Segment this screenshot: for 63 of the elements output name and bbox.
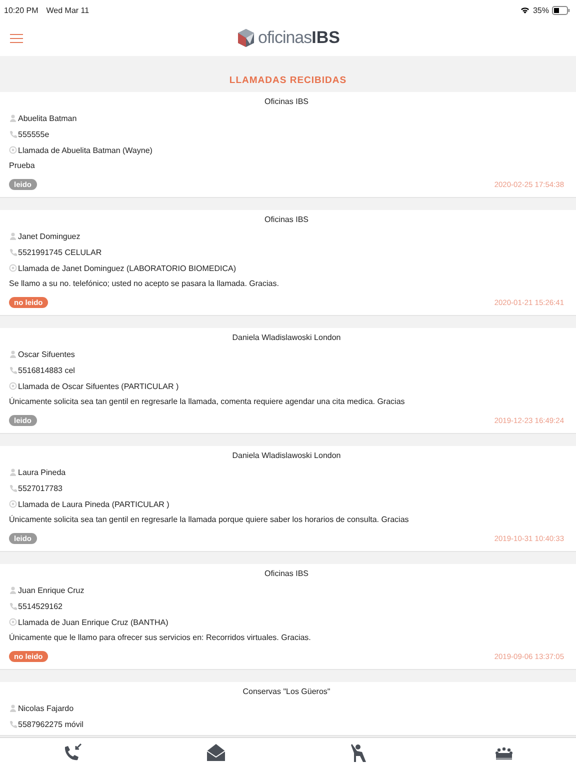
company-name: Oficinas IBS (263, 214, 310, 226)
logo-text: IBS (312, 28, 340, 48)
message-icon (9, 146, 17, 154)
cube-logo-icon (236, 28, 256, 48)
call-message: Únicamente solicita sea tan gentil en regresarle la llamada, comenta requiere agendar una cita medica. Gracias (9, 396, 406, 408)
phone-number: 5514529162 (18, 602, 62, 610)
contact-name: Juan Enrique Cruz (18, 586, 84, 594)
call-card[interactable] (0, 328, 576, 434)
status-date: Wed Mar 11 (46, 6, 90, 14)
company-name: Oficinas IBS (263, 568, 310, 580)
company-name: Daniela Wladislawoski London (231, 332, 342, 344)
contact-name: Oscar Sifuentes (18, 350, 75, 358)
phone-icon (9, 248, 17, 256)
call-subject: Llamada de Oscar Sifuentes (PARTICULAR ) (18, 382, 179, 390)
company-name: Daniela Wladislawoski London (231, 450, 342, 462)
message-icon (9, 500, 17, 508)
call-message: Prueba (9, 160, 36, 172)
phone-number: 5587962275 móvil (18, 720, 84, 728)
message-icon (9, 264, 17, 272)
phone-icon (9, 130, 17, 138)
phone-icon (9, 366, 17, 374)
call-card[interactable]: Conservas "Los Güeros" Nicolas Fajardo 5587962275 móvil (0, 682, 576, 736)
person-icon (9, 586, 17, 594)
phone-icon (9, 602, 17, 610)
call-message: Se llamo a su no. telefónico; usted no acepto se pasara la llamada. Gracias. (9, 278, 280, 290)
phone-icon (9, 484, 17, 492)
call-message: Únicamente solicita sea tan gentil en regresarle la llamada porque quiere saber los horarios de consulta. Gracias (9, 514, 410, 526)
phone-number: 5527017783 (18, 484, 62, 492)
phone-arrow-icon (62, 743, 82, 763)
battery-icon (552, 6, 570, 14)
call-subject: Llamada de Laura Pineda (PARTICULAR ) (18, 500, 170, 508)
message-icon (9, 618, 17, 626)
call-card[interactable] (0, 210, 576, 316)
battery-percent: 35% (532, 6, 549, 14)
call-message: Únicamente que le llamo para ofrecer sus servicios en: Recorridos virtuales. Gracias. (9, 632, 312, 644)
logo-text: oficinas (258, 28, 312, 48)
tab-button[interactable] (206, 743, 226, 763)
phone-number: 5516814883 cel (18, 366, 75, 374)
call-card[interactable] (0, 446, 576, 552)
call-subject: Llamada de Janet Dominguez (LABORATORIO BIOMEDICA) (18, 264, 236, 272)
person-icon (9, 468, 17, 476)
call-subject: Llamada de Abuelita Batman (Wayne) (18, 146, 152, 154)
envelope-icon (206, 743, 226, 763)
person-icon (9, 114, 17, 122)
contact-name: Nicolas Fajardo (18, 704, 74, 712)
company-name: Conservas "Los Güeros" (242, 686, 332, 698)
phone-number: 5521991745 CELULAR (18, 248, 102, 256)
contact-name: Laura Pineda (18, 468, 66, 476)
person-icon (9, 704, 17, 712)
contact-name: Janet Dominguez (18, 232, 80, 240)
phone-number: 555555e (18, 130, 50, 138)
page-title: LLAMADAS RECIBIDAS (229, 74, 347, 86)
wifi-icon (520, 6, 530, 14)
person-icon (9, 350, 17, 358)
person-icon (9, 232, 17, 240)
menu-icon (10, 34, 23, 42)
call-subject: Llamada de Juan Enrique Cruz (BANTHA) (18, 618, 168, 626)
message-icon (9, 382, 17, 390)
status-time: 10:20 PM (4, 6, 38, 14)
phone-icon (9, 720, 17, 728)
contact-name: Abuelita Batman (18, 114, 77, 122)
tab-button[interactable] (62, 743, 82, 763)
company-name: Oficinas IBS (263, 96, 310, 108)
